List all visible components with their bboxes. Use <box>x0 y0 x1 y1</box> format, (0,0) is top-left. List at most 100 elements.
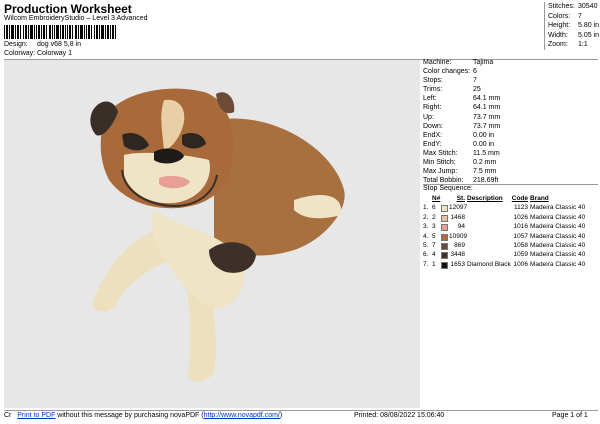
table-row: 5. 7 869 1058 Madeira Classic 40 <box>423 241 598 250</box>
info-value: 7 <box>473 77 477 85</box>
thread-brand: Madeira Classic 40 <box>530 232 586 240</box>
stat-label: Zoom: <box>548 41 568 49</box>
needle-number: 6 <box>432 204 436 212</box>
stitch-count: 3448 <box>450 251 465 259</box>
stat-value: 30540 <box>578 3 598 10</box>
stop-number: 7. <box>423 260 429 268</box>
col-code: Code <box>511 195 528 202</box>
notice-suffix: ) <box>279 412 283 419</box>
stats-box: Stitches: 30540 Colors: 7 Height: 5.80 in W… <box>544 2 600 50</box>
thread-description <box>467 222 507 231</box>
colorway-row: Colorway: Colorway 1 <box>4 50 72 57</box>
table-row: 6. 4 3448 1059 Madeira Classic 40 <box>423 250 598 260</box>
stop-number: 6. <box>423 251 429 259</box>
stat-value: 1:1 <box>578 41 588 49</box>
col-n: N# <box>432 195 441 202</box>
info-value: 6 <box>473 68 477 76</box>
novapdf-url-link[interactable]: http://www.novapdf.com/ <box>204 412 280 419</box>
info-label: EndX: <box>423 131 443 139</box>
stitch-count: 10909 <box>449 232 468 240</box>
page-title: Production Worksheet <box>4 2 132 16</box>
thread-brand: Madeira Classic 40 <box>530 213 586 221</box>
table-row: 1. 6 12097 1123 Madeira Classic 40 <box>423 203 598 213</box>
machine-info: Machine: Tajima Color changes: 6 Stops: 7 T… <box>423 58 598 185</box>
design-value: dog v68 5,8 in <box>37 41 81 48</box>
stitch-count: 869 <box>454 241 465 249</box>
stop-number: 4. <box>423 232 429 240</box>
info-label: Up: <box>423 113 434 121</box>
needle-number: 1 <box>432 260 436 268</box>
info-value: 7.5 mm <box>473 168 497 176</box>
stitch-count: 1468 <box>450 213 465 221</box>
thread-description <box>467 232 507 241</box>
stitch-count: 12097 <box>449 204 468 212</box>
thread-code: 1058 <box>513 241 528 249</box>
info-value: 11.5 mm <box>473 149 500 157</box>
info-value: 0.00 in <box>473 131 495 139</box>
thread-description <box>467 203 507 212</box>
design-label: Design: <box>4 41 28 48</box>
info-label: Machine: <box>423 59 452 66</box>
design-preview <box>4 60 420 408</box>
table-header: N# St. Description Code Brand <box>423 194 598 203</box>
stop-sequence-title: Stop Sequence: <box>423 185 473 192</box>
info-value: 73.7 mm <box>473 122 501 130</box>
thread-code: 1059 <box>513 251 528 259</box>
footer-prefix: Cr <box>4 412 12 419</box>
info-label: Left: <box>423 95 437 103</box>
thread-code: 1006 <box>513 260 528 268</box>
info-label: EndY: <box>423 140 442 148</box>
stat-label: Colors: <box>548 12 571 20</box>
stat-label: Width: <box>548 31 568 39</box>
table-row: 2. 2 1468 1026 Madeira Classic 40 <box>423 213 598 222</box>
barcode <box>4 25 116 39</box>
info-value: 0.2 mm <box>473 159 497 167</box>
design-row: Design: dog v68 5,8 in <box>4 41 81 48</box>
info-label: Stops: <box>423 77 443 85</box>
color-swatch <box>441 261 448 269</box>
stat-label: Stitches: <box>548 3 575 10</box>
table-row: 4. 5 10909 1057 Madeira Classic 40 <box>423 232 598 241</box>
stop-number: 2. <box>423 213 429 221</box>
thread-code: 1057 <box>513 232 528 240</box>
stop-sequence-table: N# St. Description Code Brand 1. 6 12097 11… <box>423 194 598 269</box>
info-label: Trims: <box>423 86 443 94</box>
thread-brand: Madeira Classic 40 <box>530 223 586 231</box>
color-swatch <box>441 205 448 213</box>
stop-number: 5. <box>423 241 429 249</box>
info-value: 0.00 in <box>473 140 495 148</box>
needle-number: 2 <box>432 213 436 221</box>
info-label: Max Stitch: <box>423 149 458 157</box>
info-value: 25 <box>473 86 481 94</box>
needle-number: 5 <box>432 232 436 240</box>
info-label: Down: <box>423 122 443 130</box>
col-stitches: St. <box>456 195 465 202</box>
info-label: Right: <box>423 104 442 112</box>
thread-brand: Madeira Classic 40 <box>530 251 586 259</box>
info-label: Max Jump: <box>423 168 458 176</box>
novapdf-notice: Cr Print to PDF without this message by … <box>4 412 282 419</box>
colorway-value: Colorway 1 <box>37 50 73 57</box>
printed-date: Printed: 08/08/2022 15:06:40 <box>354 412 445 419</box>
info-label: Color changes: <box>423 68 471 76</box>
thread-brand: Madeira Classic 40 <box>530 241 586 249</box>
software-subtitle: Wilcom EmbroideryStudio – Level 3 Advanc… <box>4 15 148 22</box>
table-row: 3. 3 94 1016 Madeira Classic 40 <box>423 222 598 232</box>
color-swatch <box>441 214 448 222</box>
info-value: 64.1 mm <box>473 104 501 112</box>
thread-brand: Madeira Classic 40 <box>530 260 586 268</box>
thread-code: 1026 <box>513 213 528 221</box>
thread-description <box>467 250 507 259</box>
thread-code: 1016 <box>513 223 528 231</box>
print-to-pdf-link[interactable]: Print to PDF <box>17 412 55 419</box>
stat-value: 5.80 in <box>578 22 600 30</box>
notice-text: without this message by purchasing novaP… <box>55 412 204 419</box>
footer-divider <box>4 410 598 411</box>
color-swatch <box>441 242 448 250</box>
col-description: Description <box>467 195 503 202</box>
thread-description <box>467 213 507 222</box>
info-value: Tajima <box>473 59 494 66</box>
stitch-count: 94 <box>457 223 465 231</box>
thread-brand: Madeira Classic 40 <box>530 204 586 212</box>
info-label: Min Stitch: <box>423 159 456 167</box>
